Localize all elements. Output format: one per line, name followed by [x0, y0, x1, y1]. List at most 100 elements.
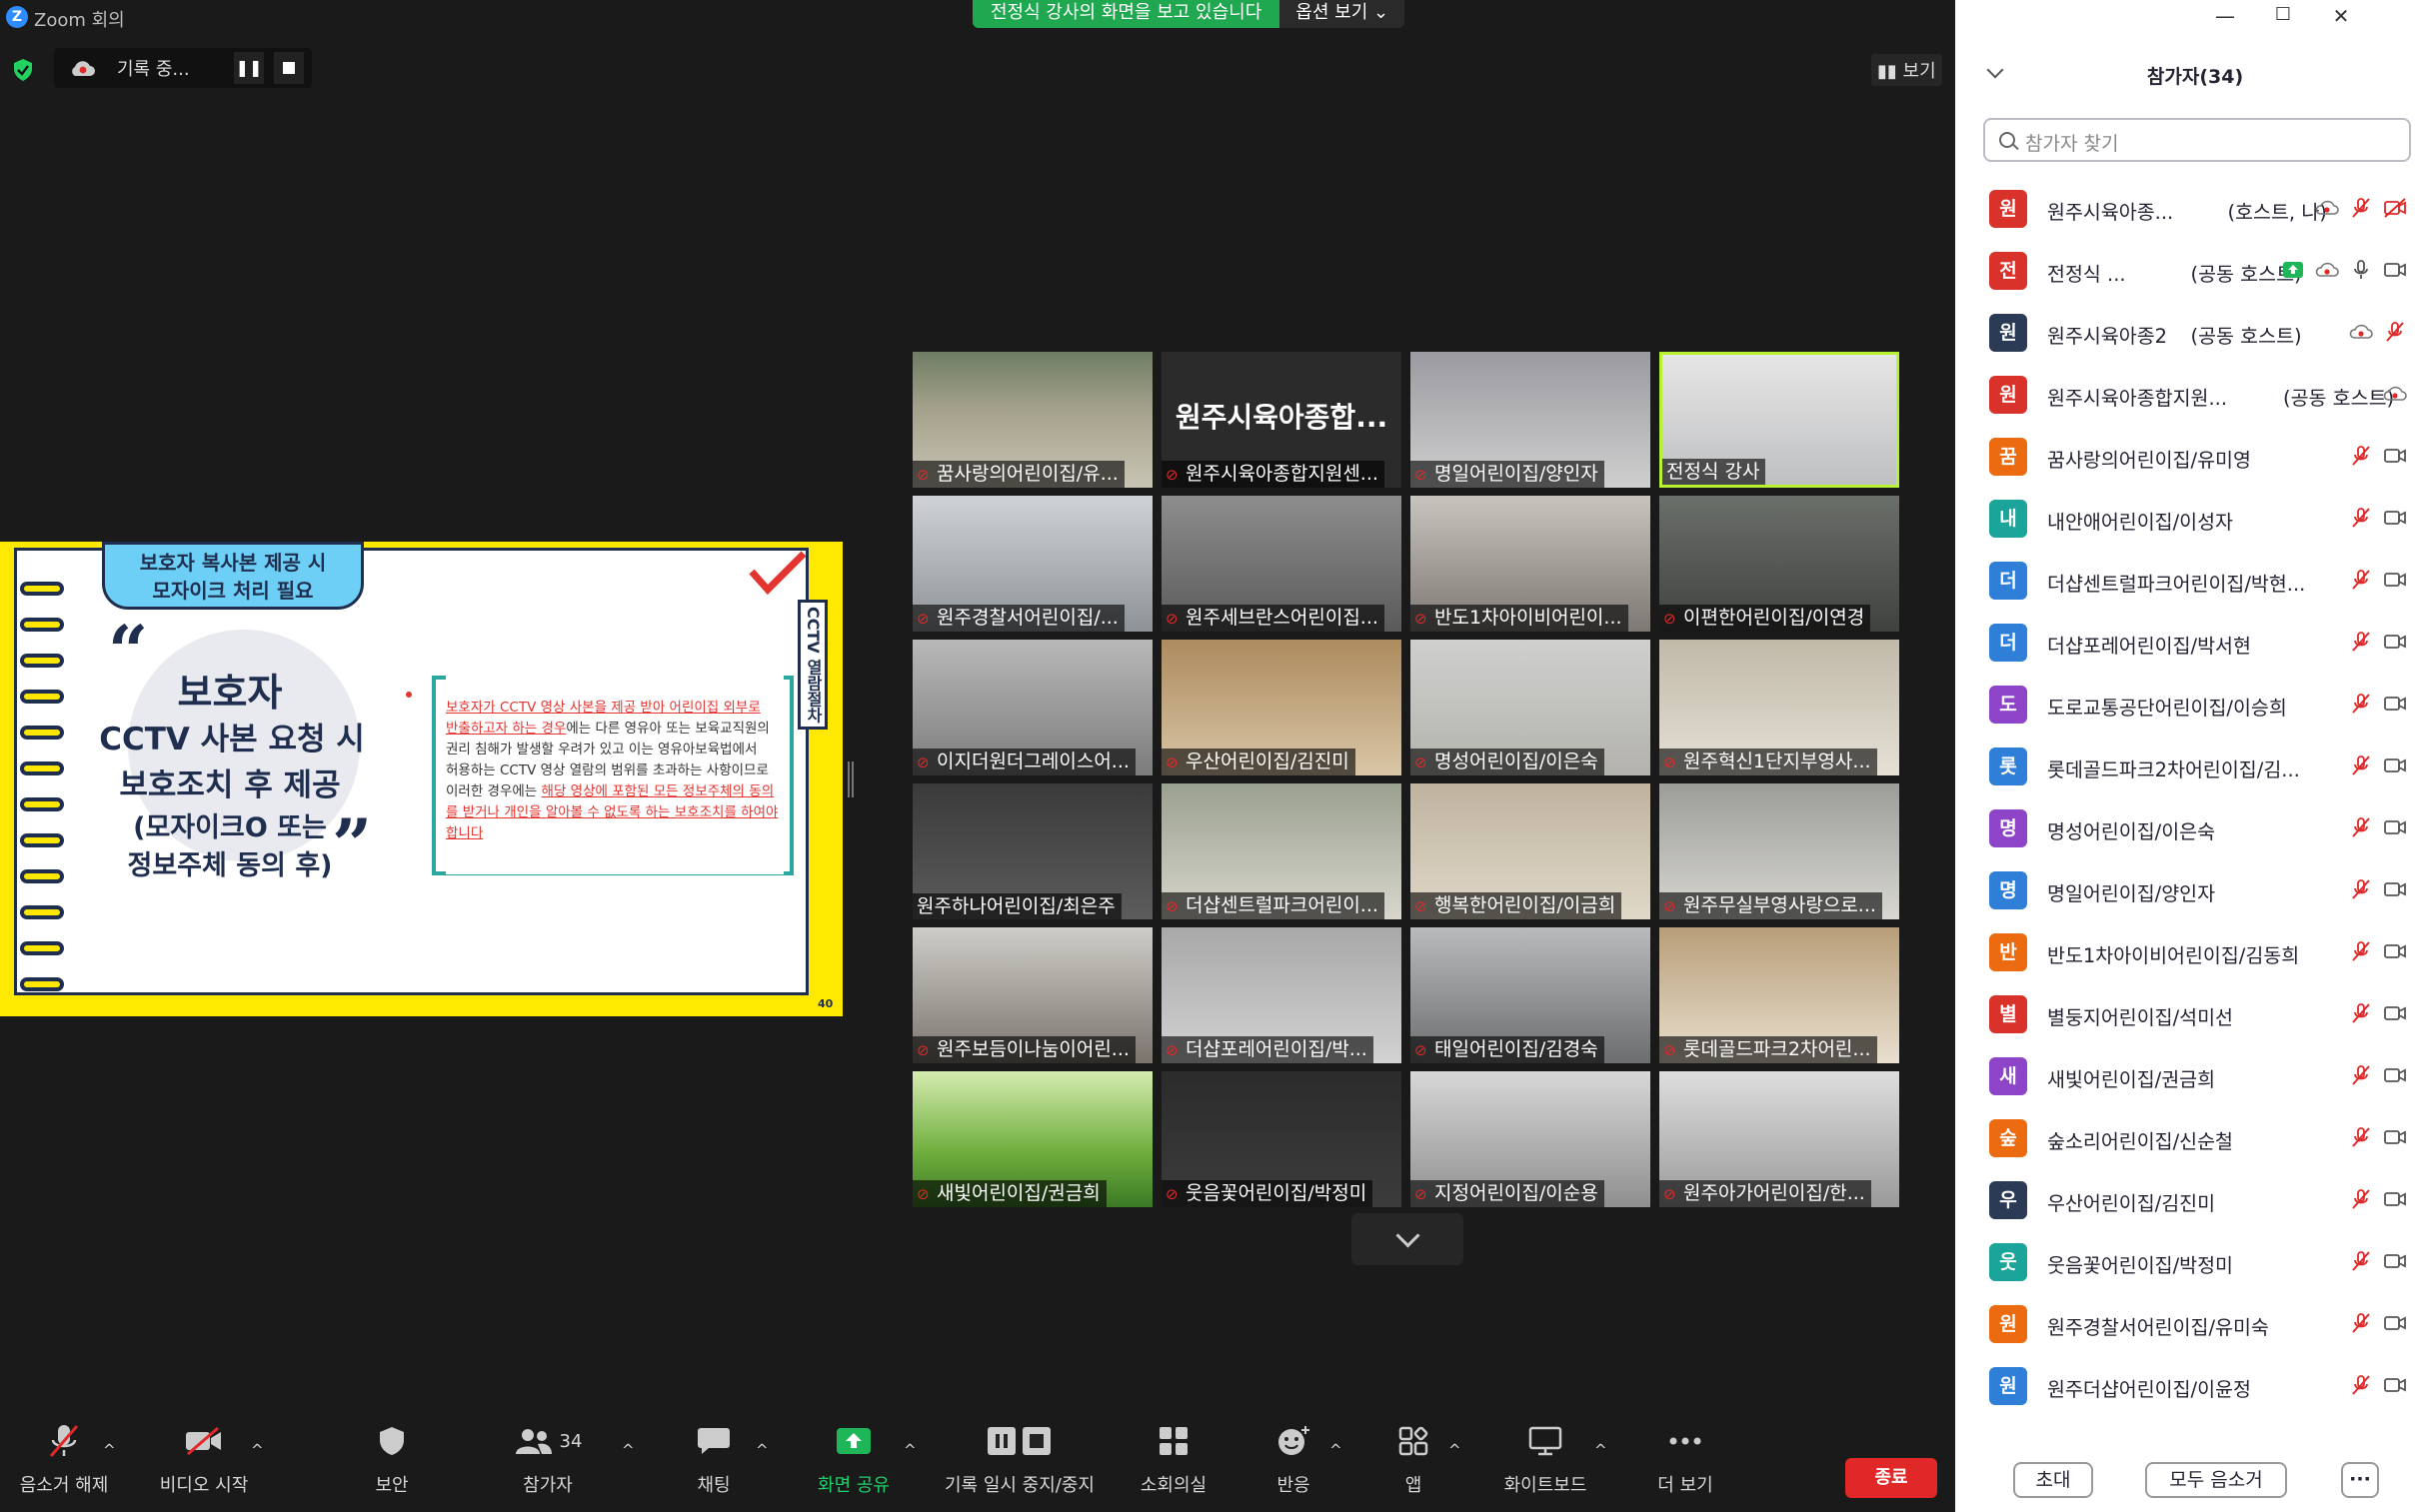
video-tile[interactable]: ⊘ 원주아가어린이집/한... [1659, 1071, 1899, 1207]
video-tile[interactable]: ⊘ 새빛어린이집/권금희 [913, 1071, 1153, 1207]
participant-row[interactable]: 숲 숲소리어린이집/신순철 [1955, 1107, 2411, 1169]
audio-options-caret-icon[interactable]: ^ [103, 1441, 116, 1459]
video-icon[interactable] [2383, 939, 2407, 963]
participant-row[interactable]: 명 명성어린이집/이은숙 [1955, 797, 2411, 859]
video-icon[interactable] [2383, 630, 2407, 654]
video-tile[interactable]: ⊘ 우산어린이집/김진미 [1162, 640, 1401, 775]
video-icon[interactable] [2383, 754, 2407, 777]
mic-muted-icon[interactable] [2349, 939, 2373, 963]
video-icon[interactable] [2383, 692, 2407, 716]
participant-row[interactable]: 전 전정식 ... (공동 호스트) [1955, 240, 2411, 302]
video-icon[interactable] [2383, 1125, 2407, 1149]
participant-row[interactable]: 웃 웃음꽃어린이집/박정미 [1955, 1231, 2411, 1293]
video-tile[interactable]: ⊘ 반도1차아이비어린이... [1410, 496, 1650, 632]
mic-muted-icon[interactable] [2349, 1187, 2373, 1211]
participants-button[interactable]: 34 참가자 [492, 1419, 604, 1497]
video-tile[interactable]: 원주하나어린이집/최은주 [913, 783, 1153, 919]
video-icon[interactable] [2383, 1249, 2407, 1273]
video-tile[interactable]: 전정식 강사 [1659, 352, 1899, 488]
video-icon[interactable] [2383, 1063, 2407, 1087]
video-tile[interactable]: ⊘ 지정어린이집/이순용 [1410, 1071, 1650, 1207]
video-icon[interactable] [2383, 877, 2407, 901]
mic-icon[interactable] [2349, 258, 2373, 282]
participant-row[interactable]: 명 명일어린이집/양인자 [1955, 859, 2411, 921]
share-screen-button[interactable]: 화면 공유 [798, 1419, 910, 1497]
breakout-rooms-button[interactable]: 소회의실 [1118, 1419, 1229, 1497]
mic-muted-icon[interactable] [2349, 196, 2373, 220]
participant-row[interactable]: 원 원주경찰서어린이집/유미숙 [1955, 1293, 2411, 1355]
video-tile[interactable]: ⊘ 행복한어린이집/이금희 [1410, 783, 1650, 919]
participant-row[interactable]: 원 원주시육아종2 (공동 호스트) [1955, 302, 2411, 364]
video-icon[interactable] [2383, 506, 2407, 530]
whiteboard-caret-icon[interactable]: ^ [1594, 1441, 1607, 1459]
stop-recording-button[interactable] [274, 52, 304, 84]
video-tile[interactable]: ⊘ 꿈사랑의어린이집/유... [913, 352, 1153, 488]
video-tile[interactable]: ⊘ 이지더원더그레이스어... [913, 640, 1153, 775]
panel-more-button[interactable]: ··· [2341, 1462, 2379, 1498]
video-tile[interactable]: ⊘ 태일어린이집/김경숙 [1410, 927, 1650, 1063]
video-tile[interactable]: ⊘ 롯데골드파크2차어린... [1659, 927, 1899, 1063]
video-tile[interactable]: ⊘ 더샵센트럴파크어린이... [1162, 783, 1401, 919]
participant-row[interactable]: 원 원주더샵어린이집/이윤정 [1955, 1355, 2411, 1417]
participant-row[interactable]: 원원주무실부영사랑으로어린이 [1955, 1417, 2411, 1429]
participant-search-input[interactable]: 참가자 찾기 [1983, 118, 2411, 162]
mic-muted-icon[interactable] [2349, 630, 2373, 654]
video-icon[interactable] [2383, 815, 2407, 839]
video-off-icon[interactable] [2383, 196, 2407, 220]
more-button[interactable]: 더 보기 [1629, 1419, 1741, 1497]
mic-muted-icon[interactable] [2349, 1373, 2373, 1397]
video-tile[interactable]: 원주시육아종합... ⊘ 원주시육아종합지원센... [1162, 352, 1401, 488]
video-tile[interactable]: ⊘ 명성어린이집/이은숙 [1410, 640, 1650, 775]
mic-muted-icon[interactable] [2349, 1311, 2373, 1335]
video-tile[interactable]: ⊘ 원주혁신1단지부영사... [1659, 640, 1899, 775]
video-tile[interactable]: ⊘ 더샵포레어린이집/박... [1162, 927, 1401, 1063]
security-button[interactable]: 보안 [336, 1419, 448, 1497]
participants-caret-icon[interactable]: ^ [622, 1441, 635, 1459]
apps-caret-icon[interactable]: ^ [1448, 1441, 1461, 1459]
mic-muted-icon[interactable] [2349, 1001, 2373, 1025]
mic-muted-icon[interactable] [2349, 568, 2373, 592]
chat-caret-icon[interactable]: ^ [756, 1441, 769, 1459]
video-icon[interactable] [2383, 1001, 2407, 1025]
close-icon[interactable]: ✕ [2321, 4, 2361, 28]
video-icon[interactable] [2383, 1187, 2407, 1211]
video-tile[interactable]: ⊘ 이편한어린이집/이연경 [1659, 496, 1899, 632]
participant-row[interactable]: 더 더샵포레어린이집/박서현 [1955, 612, 2411, 674]
record-pause-stop-button[interactable]: 기록 일시 중지/중지 [940, 1419, 1100, 1497]
video-tile[interactable]: ⊘ 원주무실부영사랑으로... [1659, 783, 1899, 919]
invite-button[interactable]: 초대 [2013, 1462, 2093, 1498]
share-caret-icon[interactable]: ^ [904, 1441, 917, 1459]
mic-muted-icon[interactable] [2349, 1063, 2373, 1087]
video-icon[interactable] [2383, 568, 2407, 592]
mic-muted-icon[interactable] [2349, 1249, 2373, 1273]
encryption-shield-icon[interactable] [12, 58, 34, 82]
participant-row[interactable]: 내 내안애어린이집/이성자 [1955, 488, 2411, 550]
mic-muted-icon[interactable] [2349, 692, 2373, 716]
split-view-drag-handle[interactable] [848, 761, 854, 797]
mic-muted-icon[interactable] [2349, 1125, 2373, 1149]
mic-muted-icon[interactable] [2349, 506, 2373, 530]
participant-row[interactable]: 꿈 꿈사랑의어린이집/유미영 [1955, 426, 2411, 488]
participant-row[interactable]: 도 도로교통공단어린이집/이승희 [1955, 674, 2411, 736]
participant-row[interactable]: 우 우산어린이집/김진미 [1955, 1169, 2411, 1231]
video-tile[interactable]: ⊘ 원주보듬이나눔이어린... [913, 927, 1153, 1063]
participant-row[interactable]: 더 더샵센트럴파크어린이집/박현... [1955, 550, 2411, 612]
participant-row[interactable]: 원 원주시육아종합지원... (공동 호스트) [1955, 364, 2411, 426]
video-icon[interactable] [2383, 1373, 2407, 1397]
maximize-icon[interactable]: ☐ [2263, 4, 2303, 25]
minimize-icon[interactable]: — [2205, 4, 2245, 28]
participant-row[interactable]: 원 원주시육아종... (호스트, 나) [1955, 178, 2411, 240]
chat-button[interactable]: 채팅 [658, 1419, 770, 1497]
mic-muted-icon[interactable] [2349, 754, 2373, 777]
video-icon[interactable] [2383, 1311, 2407, 1335]
participant-row[interactable]: 롯 롯데골드파크2차어린이집/김... [1955, 736, 2411, 797]
start-video-button[interactable]: 비디오 시작 [148, 1419, 260, 1497]
video-tile[interactable]: ⊘ 원주경찰서어린이집/... [913, 496, 1153, 632]
gallery-next-page-button[interactable] [1351, 1213, 1463, 1265]
video-tile[interactable]: ⊘ 웃음꽃어린이집/박정미 [1162, 1071, 1401, 1207]
mic-muted-icon[interactable] [2349, 877, 2373, 901]
participant-row[interactable]: 새 새빛어린이집/권금희 [1955, 1045, 2411, 1107]
mute-all-button[interactable]: 모두 음소거 [2145, 1462, 2287, 1498]
mic-muted-icon[interactable] [2349, 444, 2373, 468]
view-button[interactable]: ▮▮ 보기 [1871, 54, 1942, 86]
